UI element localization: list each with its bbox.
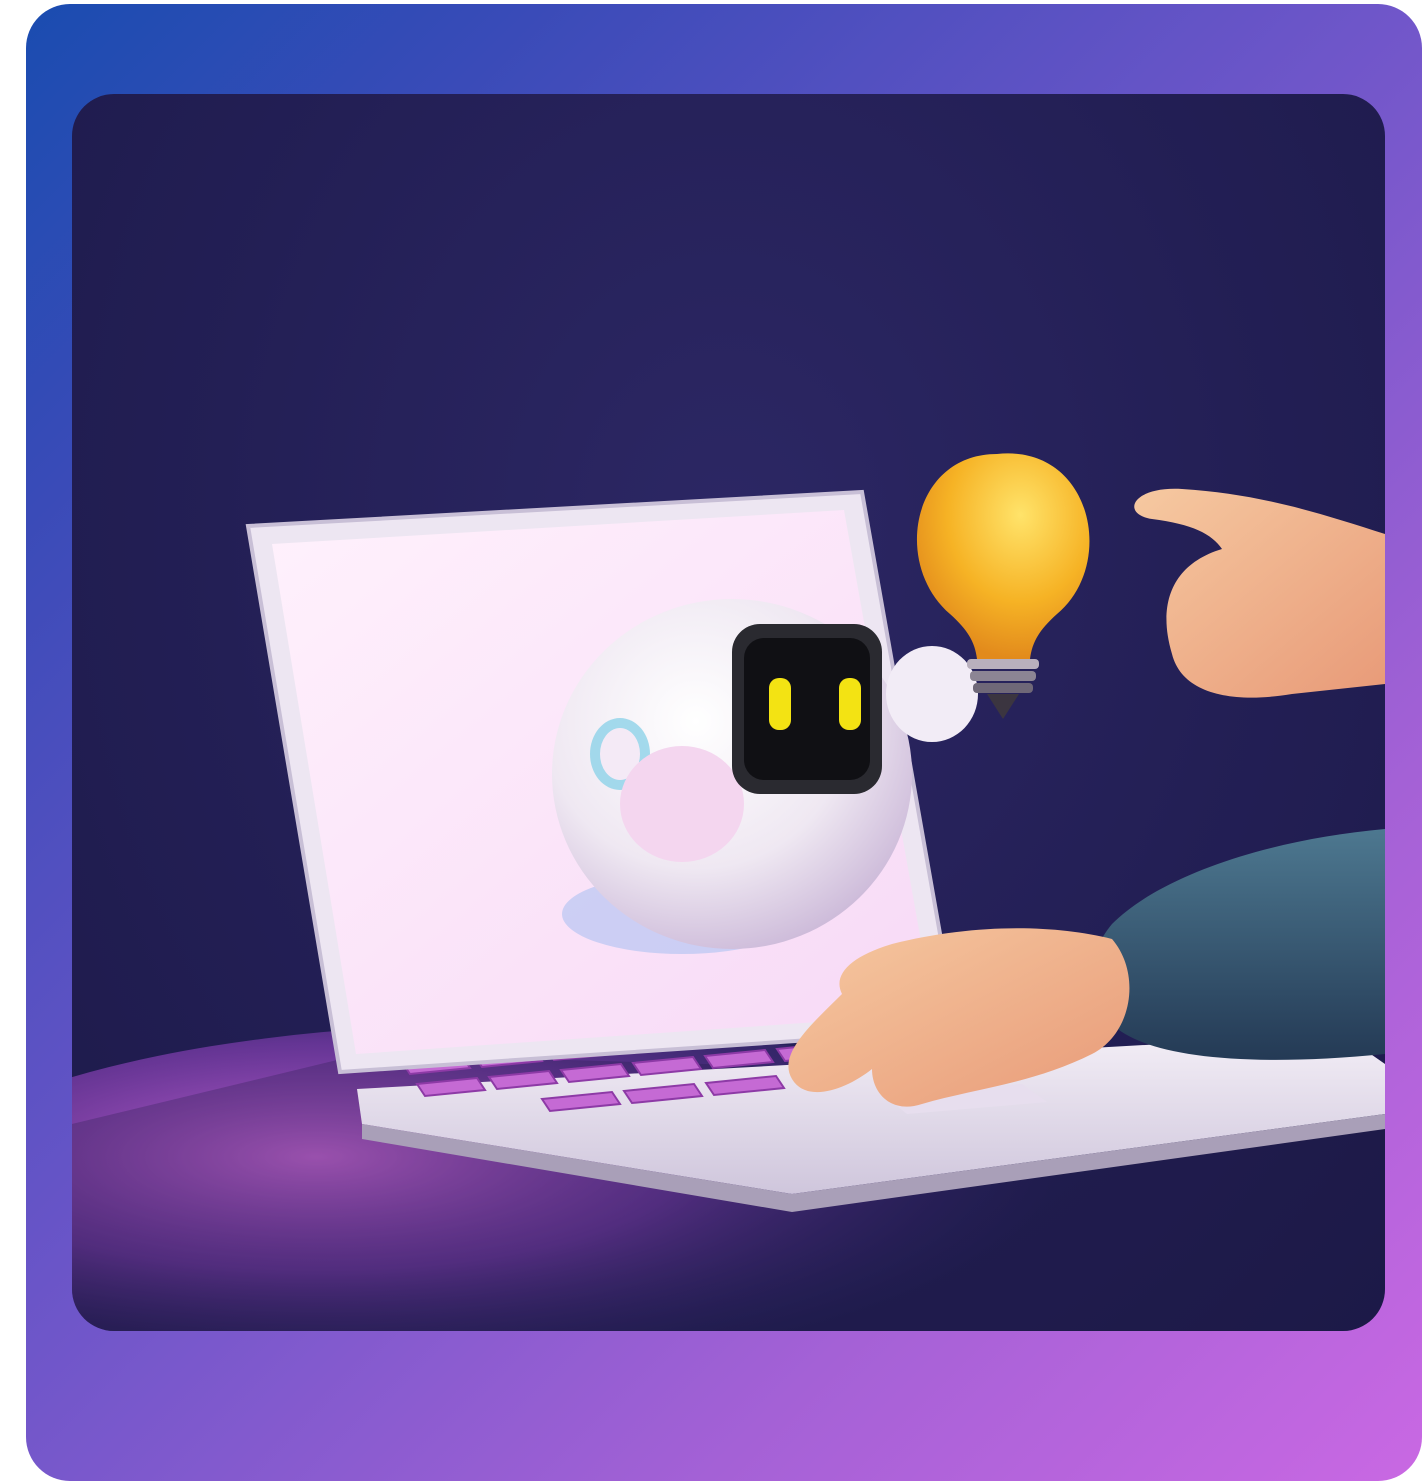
lightbulb-base-ring	[973, 683, 1033, 693]
lightbulb-glass	[916, 453, 1090, 659]
robot-left-eye	[769, 678, 791, 730]
robot-right-eye	[839, 678, 861, 730]
lightbulb-tip	[987, 694, 1019, 719]
illustration-svg	[72, 453, 1385, 1331]
robot-right-arm	[886, 646, 978, 742]
lightbulb-base-ring	[970, 671, 1036, 681]
pointing-hand-skin	[1134, 488, 1385, 698]
sleeve	[1091, 829, 1385, 1060]
robot-arm	[620, 746, 744, 862]
pointing-hand	[1134, 488, 1385, 698]
illustration-scene	[72, 94, 1385, 1331]
lightbulb-base-ring	[967, 659, 1039, 669]
